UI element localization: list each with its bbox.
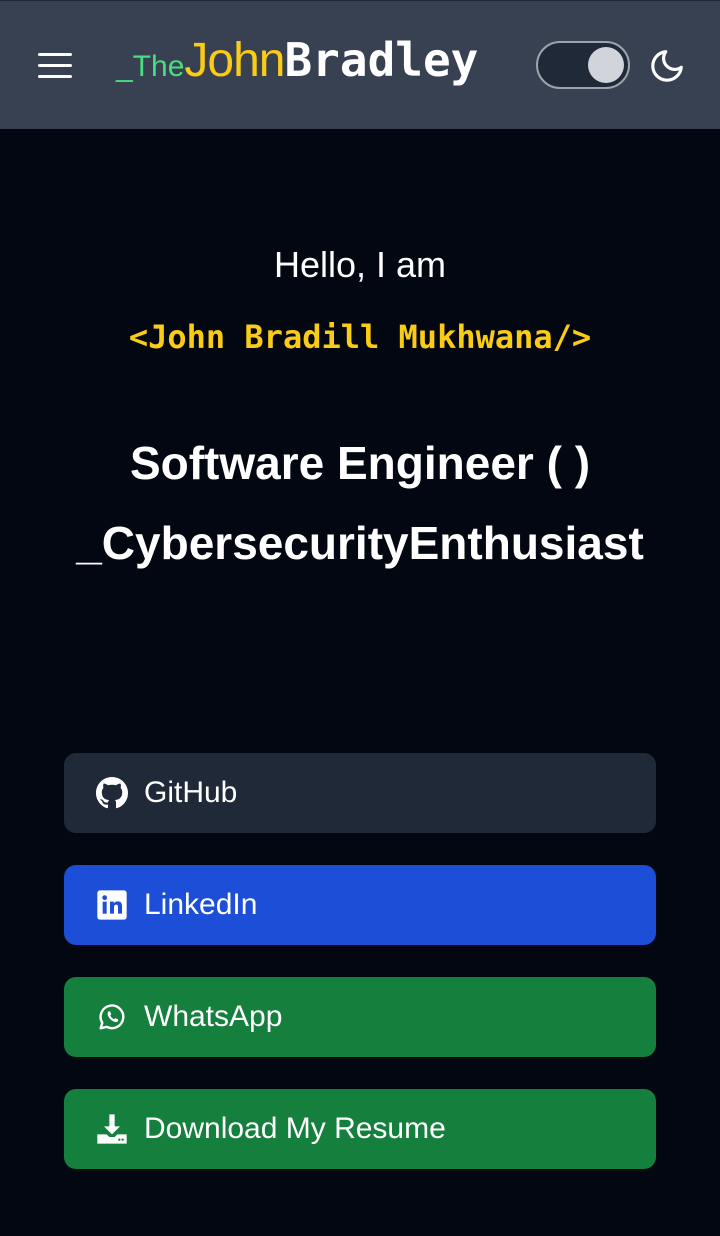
download-resume-label: Download My Resume bbox=[144, 1112, 446, 1145]
toggle-knob bbox=[588, 47, 624, 83]
hero-name-tag: <John Bradill Mukhwana/> bbox=[128, 318, 592, 356]
whatsapp-button[interactable]: WhatsApp bbox=[64, 977, 656, 1057]
logo-prefix: _The bbox=[116, 50, 185, 83]
hero-greeting: Hello, I am bbox=[273, 244, 447, 285]
menu-bar-middle bbox=[38, 64, 72, 67]
whatsapp-button-label: WhatsApp bbox=[144, 1000, 283, 1033]
hero-role-title: Software Engineer ( ) bbox=[129, 437, 591, 489]
linkedin-button[interactable]: LinkedIn bbox=[64, 865, 656, 945]
hamburger-menu-button[interactable] bbox=[36, 51, 76, 81]
site-logo[interactable]: _TheJohnBradley bbox=[116, 33, 478, 97]
download-icon bbox=[97, 1114, 127, 1144]
whatsapp-icon bbox=[99, 1004, 125, 1030]
theme-toggle-switch[interactable] bbox=[536, 41, 630, 89]
top-navbar: _TheJohnBradley bbox=[0, 0, 720, 129]
github-button[interactable]: GitHub bbox=[64, 753, 656, 833]
menu-bar-bottom bbox=[38, 75, 72, 78]
download-resume-button[interactable]: Download My Resume bbox=[64, 1089, 656, 1169]
logo-last-name: Bradley bbox=[284, 33, 479, 87]
moon-icon[interactable] bbox=[648, 47, 686, 85]
linkedin-icon bbox=[97, 890, 127, 920]
github-button-label: GitHub bbox=[144, 776, 238, 809]
hero-role-subtitle: _CybersecurityEnthusiast bbox=[76, 517, 644, 569]
linkedin-button-label: LinkedIn bbox=[144, 888, 258, 921]
menu-bar-top bbox=[38, 53, 72, 56]
logo-first-name: John bbox=[184, 34, 285, 87]
github-icon bbox=[96, 777, 128, 809]
